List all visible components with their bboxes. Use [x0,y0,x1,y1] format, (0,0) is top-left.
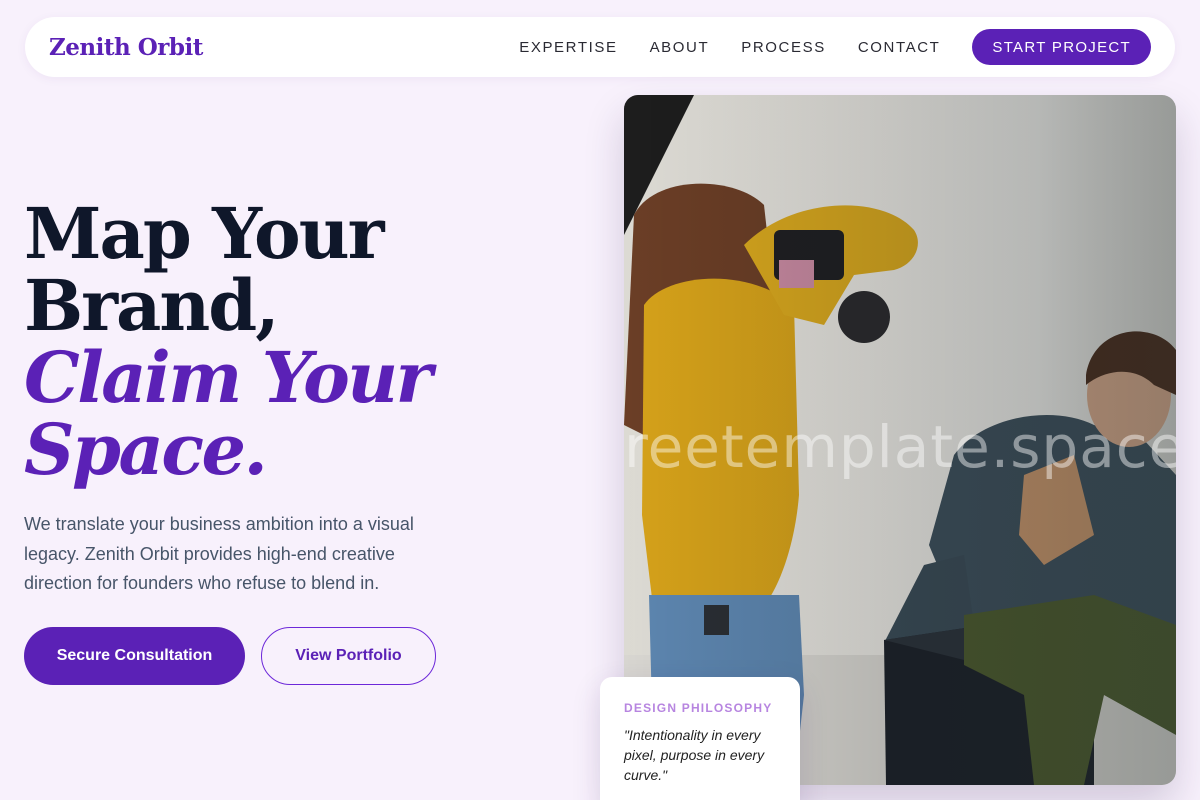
nav-link-contact[interactable]: CONTACT [858,39,941,56]
nav-link-process[interactable]: PROCESS [741,39,826,56]
start-project-button[interactable]: START PROJECT [972,29,1151,65]
brand-logo[interactable]: Zenith Orbit [49,34,203,61]
card-quote: "Intentionality in every pixel, purpose … [624,727,765,783]
nav-link-expertise[interactable]: EXPERTISE [519,39,617,56]
headline-line-4: Space. [24,408,268,491]
watermark-text: reetemplate.space [624,413,1176,481]
card-label: DESIGN PHILOSOPHY [624,701,773,715]
headline-line-1: Map Your [24,192,385,275]
top-nav: Zenith Orbit EXPERTISE ABOUT PROCESS CON… [25,17,1175,77]
nav-links: EXPERTISE ABOUT PROCESS CONTACT START PR… [487,29,1151,65]
secure-consultation-button[interactable]: Secure Consultation [24,627,245,685]
hero-lead: We translate your business ambition into… [24,514,414,593]
design-philosophy-card: DESIGN PHILOSOPHY "Intentionality in eve… [600,677,800,800]
nav-link-about[interactable]: ABOUT [650,39,710,56]
headline-line-2: Brand, [24,264,280,347]
headline-line-3: Claim Your [24,336,433,419]
hero-headline: Map Your Brand, Claim Your Space. [24,198,544,486]
view-portfolio-button[interactable]: View Portfolio [261,627,436,685]
